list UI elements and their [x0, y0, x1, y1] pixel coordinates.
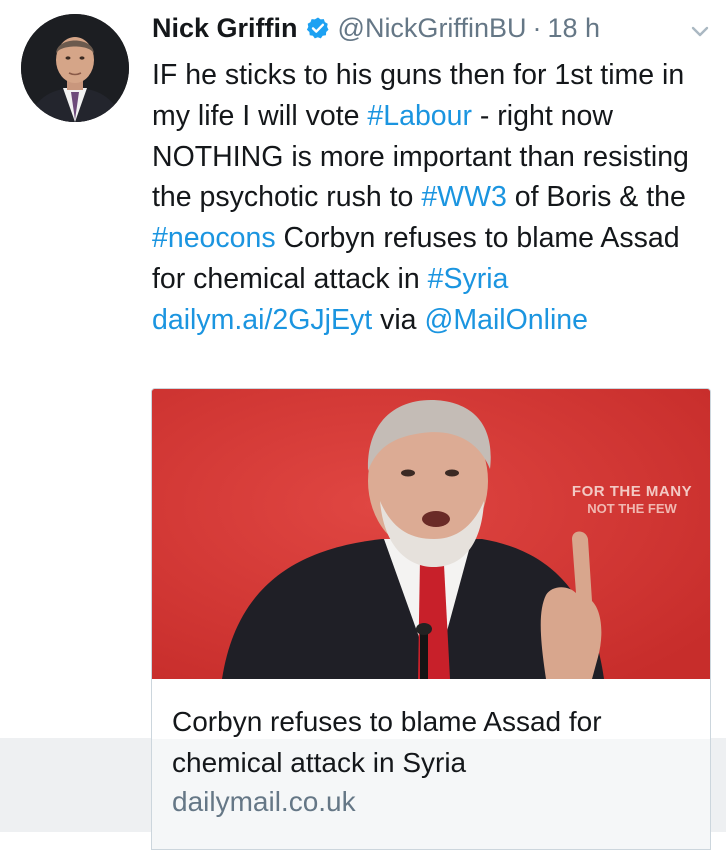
- hashtag-ww3-link[interactable]: #WW3: [421, 181, 507, 213]
- link-preview-card[interactable]: FOR THE MANY NOT THE FEW Corbyn refuses …: [151, 388, 711, 850]
- user-avatar-icon: [21, 14, 129, 122]
- avatar[interactable]: [21, 14, 129, 122]
- verified-badge-icon: [306, 16, 330, 40]
- campaign-sign-text: FOR THE MANY NOT THE FEW: [552, 483, 710, 517]
- header-separator: ·: [532, 12, 542, 43]
- card-domain[interactable]: dailymail.co.uk: [172, 786, 356, 818]
- hashtag-syria-link[interactable]: #Syria: [428, 263, 509, 295]
- mention-mailonline-link[interactable]: @MailOnline: [424, 304, 588, 336]
- tweet-header: Nick Griffin @NickGriffinBU · 18 h: [152, 4, 600, 52]
- sign-line-2: NOT THE FEW: [587, 501, 677, 516]
- tweet-menu-button[interactable]: [688, 20, 712, 44]
- hashtag-labour-link[interactable]: #Labour: [367, 100, 472, 132]
- sign-line-1: FOR THE MANY: [571, 483, 693, 500]
- author-handle[interactable]: @NickGriffinBU: [338, 13, 527, 44]
- tweet-timestamp[interactable]: 18 h: [547, 13, 600, 44]
- tweet-text-segment: of Boris & the: [506, 181, 686, 214]
- tweet-text: IF he sticks to his guns then for 1st ti…: [152, 55, 712, 341]
- author-name[interactable]: Nick Griffin: [152, 13, 298, 44]
- card-body: Corbyn refuses to blame Assad for chemic…: [152, 679, 710, 849]
- article-photo-icon: FOR THE MANY NOT THE FEW: [152, 389, 710, 679]
- chevron-down-icon: [691, 26, 709, 37]
- card-title[interactable]: Corbyn refuses to blame Assad for chemic…: [172, 701, 692, 783]
- article-short-link[interactable]: dailym.ai/2GJjEyt: [152, 304, 372, 336]
- hashtag-neocons-link[interactable]: #neocons: [152, 222, 276, 254]
- tweet-text-segment: via: [372, 303, 425, 336]
